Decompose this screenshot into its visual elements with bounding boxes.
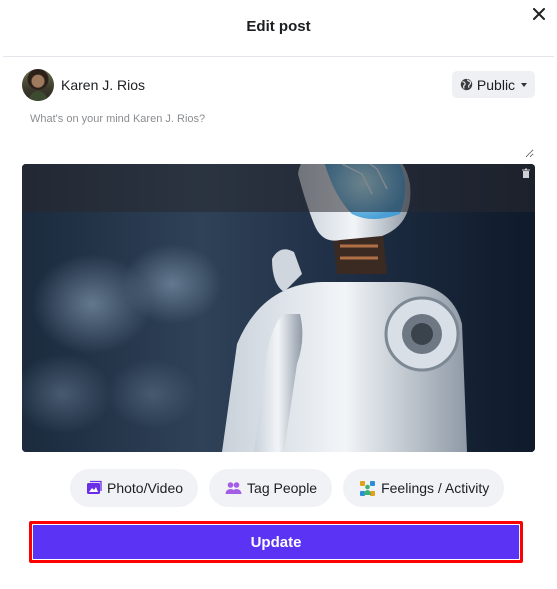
globe-icon <box>460 78 473 91</box>
tag-people-button[interactable]: Tag People <box>209 469 333 507</box>
feelings-activity-button[interactable]: Feelings / Activity <box>343 469 505 507</box>
attached-image <box>22 164 535 452</box>
dialog-title: Edit post <box>246 18 311 35</box>
photo-icon <box>86 480 102 496</box>
people-icon <box>225 480 242 496</box>
image-overlay-bar <box>22 164 535 212</box>
post-text-input[interactable] <box>22 108 534 158</box>
update-button[interactable]: Update <box>33 525 519 559</box>
privacy-label: Public <box>476 76 516 93</box>
photo-video-button[interactable]: Photo/Video <box>70 469 199 507</box>
tag-people-label: Tag People <box>247 480 318 496</box>
trash-icon <box>522 168 530 178</box>
author-info: Karen J. Rios <box>22 69 145 101</box>
post-actions: Photo/Video Tag People Feelings / Activi… <box>70 469 505 507</box>
edit-post-dialog: Edit post Karen J. Rios Public What's on… <box>0 0 557 589</box>
feelings-icon <box>359 480 376 497</box>
remove-image-button[interactable] <box>521 168 531 178</box>
header-divider <box>3 56 554 57</box>
author-name[interactable]: Karen J. Rios <box>61 77 145 93</box>
feelings-activity-label: Feelings / Activity <box>381 480 490 496</box>
privacy-selector[interactable]: Public <box>452 71 535 98</box>
chevron-down-icon <box>521 82 528 87</box>
photo-video-label: Photo/Video <box>107 480 184 496</box>
avatar[interactable] <box>22 69 54 101</box>
